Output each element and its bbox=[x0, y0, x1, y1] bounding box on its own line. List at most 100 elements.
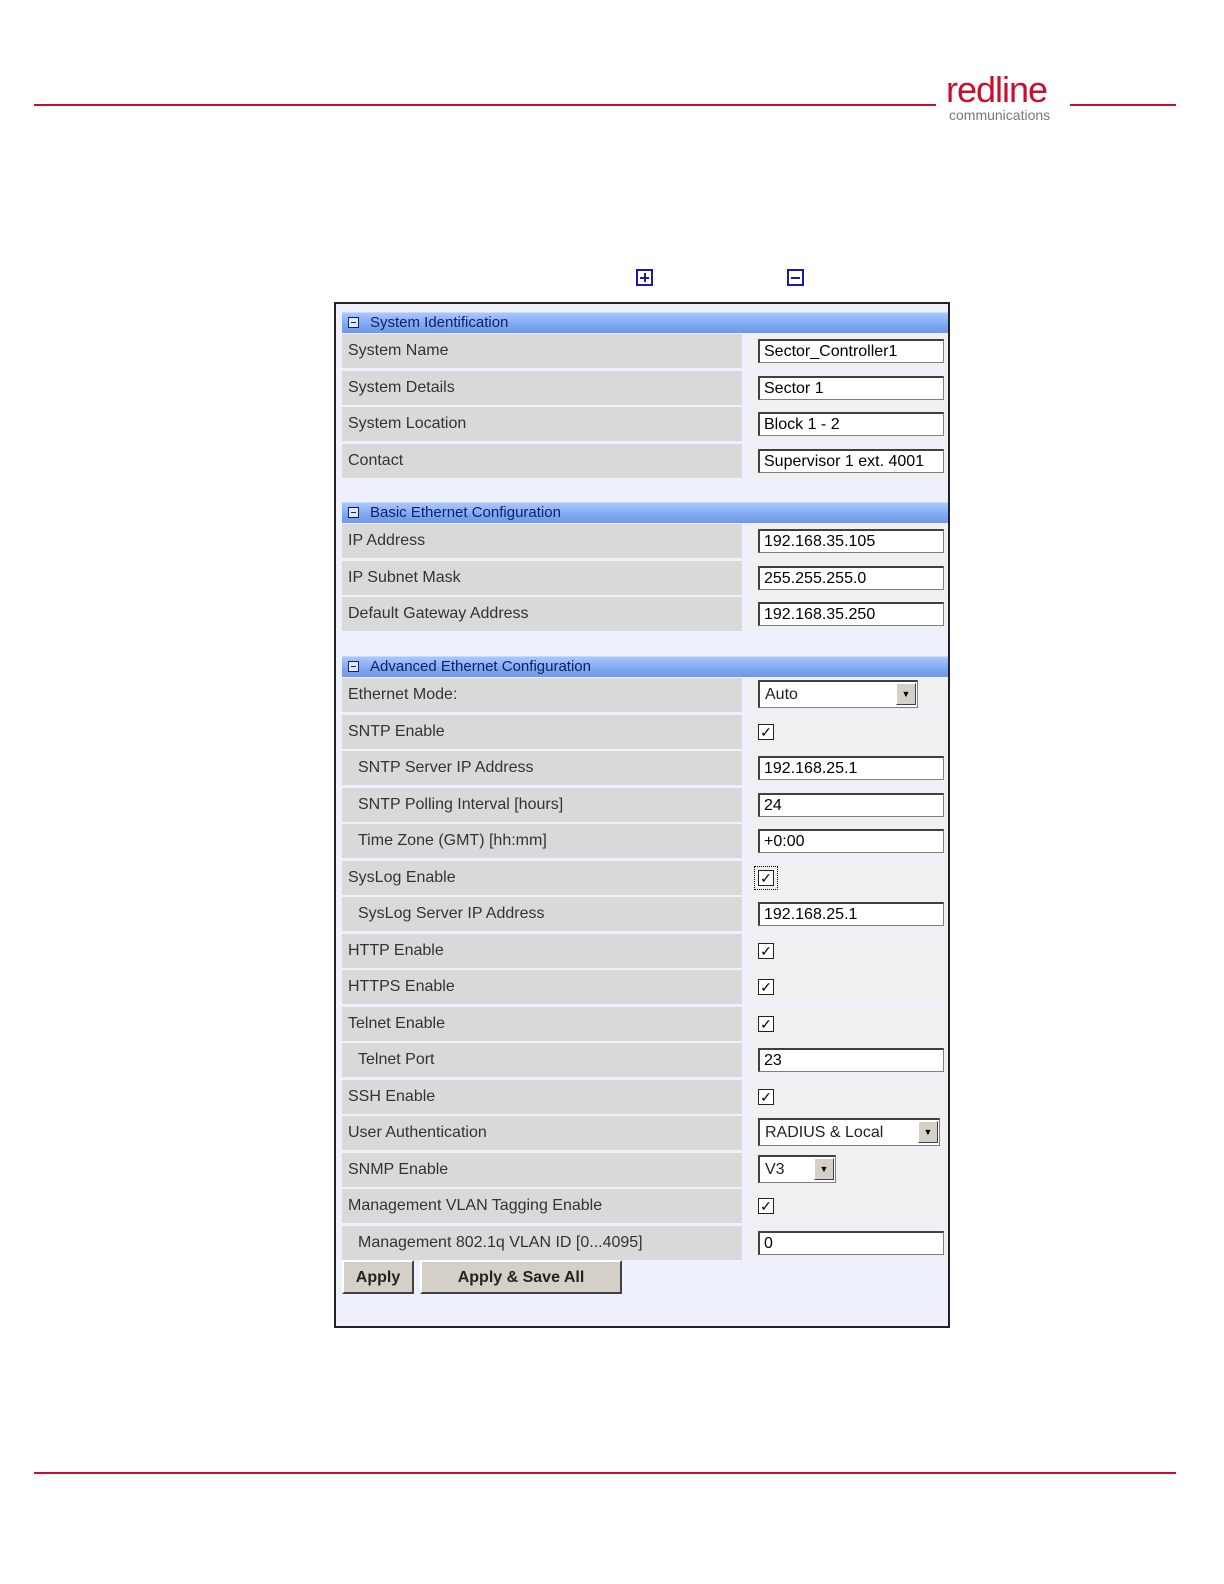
dropdown-selected-value: RADIUS & Local bbox=[765, 1124, 884, 1141]
section-header[interactable]: Basic Ethernet Configuration bbox=[342, 502, 948, 523]
settings-row: Ethernet Mode: Auto ▼ bbox=[342, 678, 948, 712]
setting-label: System Location bbox=[342, 407, 742, 441]
setting-value-cell: 192.168.35.105 bbox=[750, 524, 948, 558]
setting-dropdown[interactable]: Auto ▼ bbox=[758, 680, 918, 708]
settings-row: SysLog Enable ✓ bbox=[342, 861, 948, 895]
settings-row: SNTP Enable ✓ bbox=[342, 715, 948, 749]
apply-button[interactable]: Apply bbox=[342, 1260, 414, 1294]
header-rule-left bbox=[34, 104, 936, 106]
setting-value-cell: ✓ bbox=[750, 1007, 948, 1041]
setting-text-input[interactable]: 192.168.25.1 bbox=[758, 902, 944, 926]
setting-label: Ethernet Mode: bbox=[342, 678, 742, 712]
settings-row: Contact Supervisor 1 ext. 4001 bbox=[342, 444, 948, 478]
settings-row: System Location Block 1 - 2 bbox=[342, 407, 948, 441]
setting-text-input[interactable]: Supervisor 1 ext. 4001 bbox=[758, 449, 944, 473]
setting-value-cell: 24 bbox=[750, 788, 948, 822]
setting-checkbox[interactable]: ✓ bbox=[754, 866, 778, 890]
setting-checkbox[interactable]: ✓ bbox=[758, 1016, 774, 1032]
setting-text-input[interactable]: Sector 1 bbox=[758, 376, 944, 400]
setting-checkbox[interactable]: ✓ bbox=[758, 943, 774, 959]
setting-label: HTTP Enable bbox=[342, 934, 742, 968]
setting-value-cell: V3 ▼ bbox=[750, 1153, 948, 1187]
collapse-all-icon bbox=[787, 269, 804, 286]
setting-label: Management VLAN Tagging Enable bbox=[342, 1189, 742, 1223]
setting-text-input[interactable]: 192.168.35.105 bbox=[758, 529, 944, 553]
collapse-section-icon[interactable] bbox=[348, 317, 359, 328]
setting-text-input[interactable]: 255.255.255.0 bbox=[758, 566, 944, 590]
setting-value-cell: 23 bbox=[750, 1043, 948, 1077]
settings-row: Default Gateway Address 192.168.35.250 bbox=[342, 597, 948, 631]
settings-row: SSH Enable ✓ bbox=[342, 1080, 948, 1114]
section-title: Basic Ethernet Configuration bbox=[370, 504, 561, 521]
setting-value-cell: 192.168.35.250 bbox=[750, 597, 948, 631]
setting-label: SNTP Polling Interval [hours] bbox=[342, 788, 742, 822]
setting-value-cell: Auto ▼ bbox=[750, 678, 948, 712]
section-title: Advanced Ethernet Configuration bbox=[370, 658, 591, 675]
setting-label: Telnet Port bbox=[342, 1043, 742, 1077]
dropdown-arrow-icon[interactable]: ▼ bbox=[814, 1158, 834, 1180]
setting-text-input[interactable]: 192.168.35.250 bbox=[758, 602, 944, 626]
setting-value-cell: Supervisor 1 ext. 4001 bbox=[750, 444, 948, 478]
setting-label: IP Subnet Mask bbox=[342, 561, 742, 595]
setting-label: User Authentication bbox=[342, 1116, 742, 1150]
section-header[interactable]: System Identification bbox=[342, 312, 948, 333]
setting-value-cell: 192.168.25.1 bbox=[750, 751, 948, 785]
setting-text-input[interactable]: +0:00 bbox=[758, 829, 944, 853]
setting-text-input[interactable]: 0 bbox=[758, 1231, 944, 1255]
setting-text-input[interactable]: 24 bbox=[758, 793, 944, 817]
setting-checkbox[interactable]: ✓ bbox=[758, 724, 774, 740]
setting-dropdown[interactable]: V3 ▼ bbox=[758, 1155, 836, 1183]
apply-save-all-button[interactable]: Apply & Save All bbox=[420, 1260, 622, 1294]
setting-value-cell: ✓ bbox=[750, 715, 948, 749]
settings-row: SNTP Server IP Address 192.168.25.1 bbox=[342, 751, 948, 785]
setting-value-cell: 255.255.255.0 bbox=[750, 561, 948, 595]
setting-label: IP Address bbox=[342, 524, 742, 558]
setting-label: SysLog Server IP Address bbox=[342, 897, 742, 931]
settings-row: Telnet Port 23 bbox=[342, 1043, 948, 1077]
settings-row: IP Subnet Mask 255.255.255.0 bbox=[342, 561, 948, 595]
settings-row: Management 802.1q VLAN ID [0...4095] 0 bbox=[342, 1226, 948, 1260]
setting-value-cell: ✓ bbox=[750, 970, 948, 1004]
section-title: System Identification bbox=[370, 314, 509, 331]
setting-text-input[interactable]: 23 bbox=[758, 1048, 944, 1072]
dropdown-selected-value: Auto bbox=[765, 686, 798, 703]
settings-row: SNMP Enable V3 ▼ bbox=[342, 1153, 948, 1187]
setting-label: HTTPS Enable bbox=[342, 970, 742, 1004]
settings-row: SNTP Polling Interval [hours] 24 bbox=[342, 788, 948, 822]
setting-label: System Details bbox=[342, 371, 742, 405]
setting-label: SNTP Enable bbox=[342, 715, 742, 749]
redline-logo: redline communications bbox=[946, 70, 1066, 126]
settings-row: IP Address 192.168.35.105 bbox=[342, 524, 948, 558]
header-rule-right bbox=[1070, 104, 1176, 106]
settings-row: Telnet Enable ✓ bbox=[342, 1007, 948, 1041]
setting-label: Telnet Enable bbox=[342, 1007, 742, 1041]
dropdown-arrow-icon[interactable]: ▼ bbox=[918, 1121, 938, 1143]
setting-value-cell: Sector_Controller1 bbox=[750, 334, 948, 368]
setting-label: Default Gateway Address bbox=[342, 597, 742, 631]
section-header[interactable]: Advanced Ethernet Configuration bbox=[342, 656, 948, 677]
setting-text-input[interactable]: Block 1 - 2 bbox=[758, 412, 944, 436]
setting-text-input[interactable]: Sector_Controller1 bbox=[758, 339, 944, 363]
logo-subtitle: communications bbox=[949, 107, 1051, 123]
setting-checkbox[interactable]: ✓ bbox=[758, 1089, 774, 1105]
collapse-section-icon[interactable] bbox=[348, 661, 359, 672]
settings-row: User Authentication RADIUS & Local ▼ bbox=[342, 1116, 948, 1150]
setting-label: System Name bbox=[342, 334, 742, 368]
setting-checkbox[interactable]: ✓ bbox=[758, 1198, 774, 1214]
setting-label: Time Zone (GMT) [hh:mm] bbox=[342, 824, 742, 858]
setting-value-cell: 192.168.25.1 bbox=[750, 897, 948, 931]
setting-value-cell: ✓ bbox=[750, 1189, 948, 1223]
setting-checkbox[interactable]: ✓ bbox=[758, 979, 774, 995]
settings-row: System Name Sector_Controller1 bbox=[342, 334, 948, 368]
setting-label: SNMP Enable bbox=[342, 1153, 742, 1187]
settings-row: System Details Sector 1 bbox=[342, 371, 948, 405]
collapse-section-icon[interactable] bbox=[348, 507, 359, 518]
setting-label: Management 802.1q VLAN ID [0...4095] bbox=[342, 1226, 742, 1260]
settings-row: HTTPS Enable ✓ bbox=[342, 970, 948, 1004]
configuration-panel: System Identification System Name Sector_C… bbox=[334, 302, 950, 1328]
setting-text-input[interactable]: 192.168.25.1 bbox=[758, 756, 944, 780]
setting-dropdown[interactable]: RADIUS & Local ▼ bbox=[758, 1118, 940, 1146]
setting-value-cell: 0 bbox=[750, 1226, 948, 1260]
setting-label: Contact bbox=[342, 444, 742, 478]
dropdown-arrow-icon[interactable]: ▼ bbox=[896, 683, 916, 705]
